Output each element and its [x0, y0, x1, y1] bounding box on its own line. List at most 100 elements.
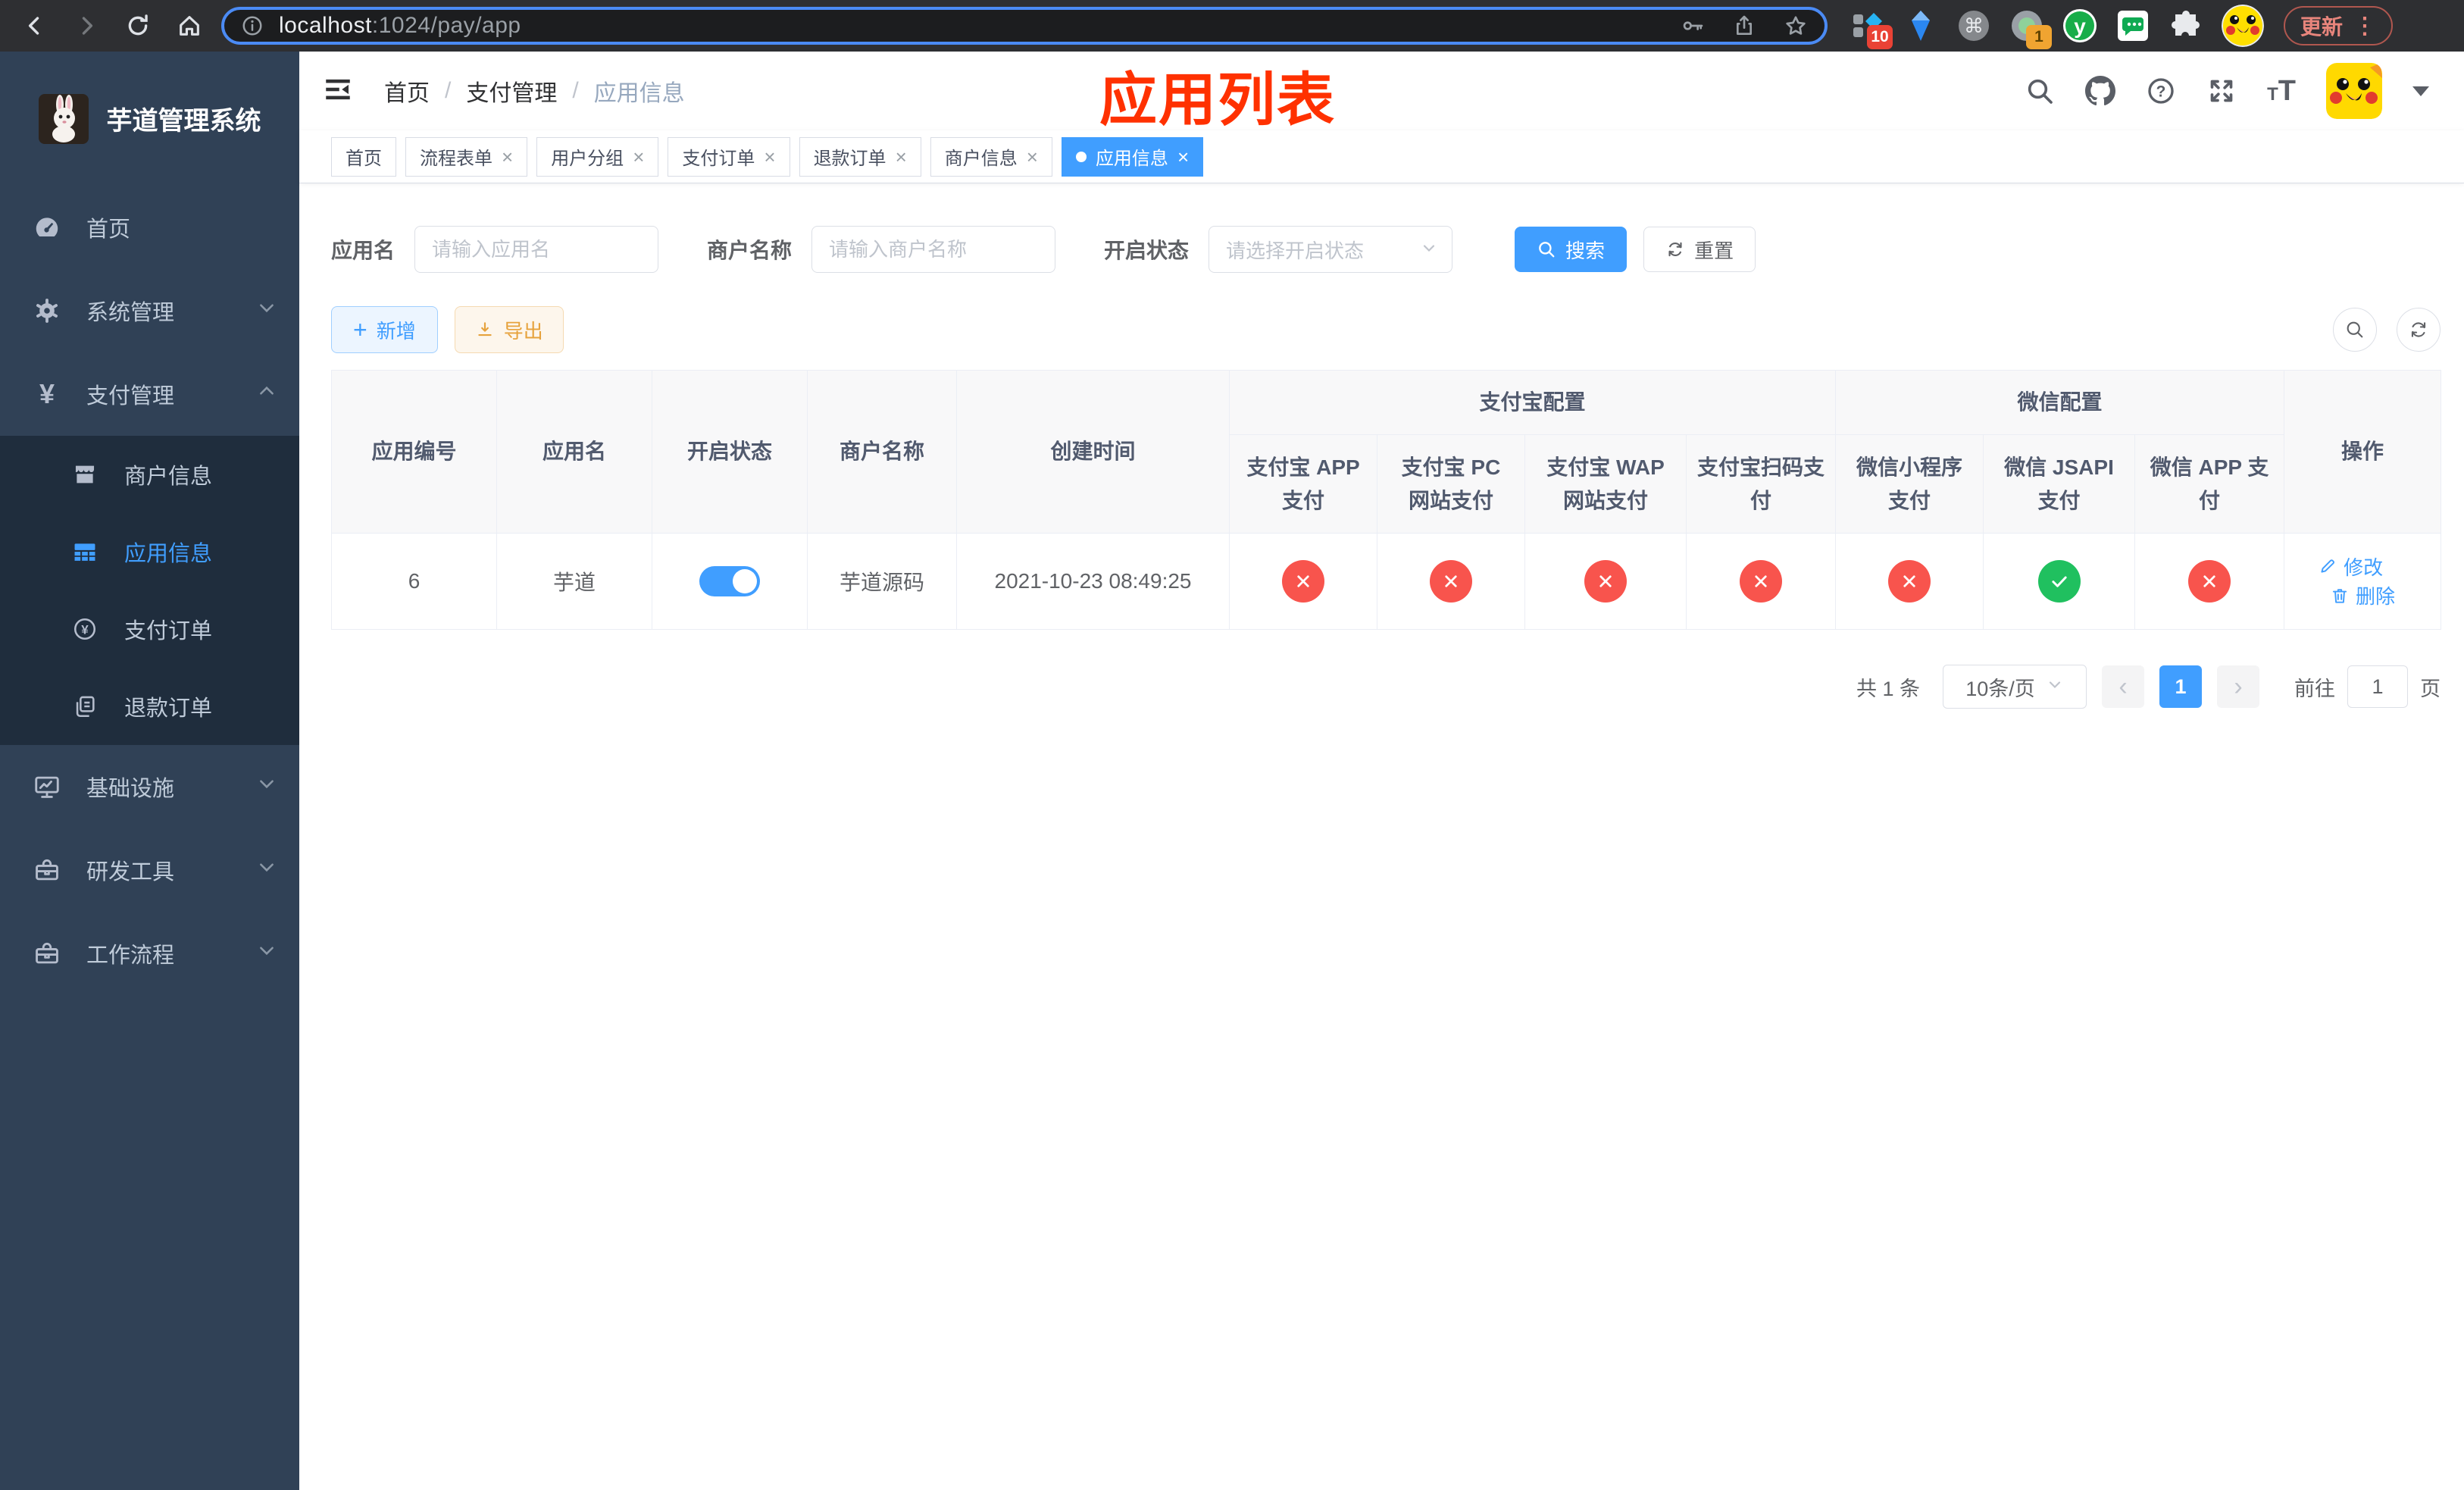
search-icon[interactable]: [2025, 76, 2055, 106]
tab-home[interactable]: 首页: [331, 136, 396, 177]
search-button[interactable]: 搜索: [1515, 227, 1628, 272]
status-toggle[interactable]: [699, 566, 760, 596]
extension-command-icon[interactable]: ⌘: [1956, 8, 1991, 43]
prev-page-button[interactable]: ‹: [2102, 665, 2144, 708]
export-button[interactable]: 导出: [454, 306, 564, 353]
app-name-label: 应用名: [331, 239, 396, 262]
close-icon[interactable]: ×: [1177, 147, 1189, 167]
page-size-select[interactable]: 10条/页: [1943, 665, 2087, 709]
chevron-down-icon: [2046, 675, 2064, 699]
col-alipay-pc: 支付宝 PC 网站支付: [1377, 434, 1525, 534]
extension-recorder-icon[interactable]: 1: [2009, 8, 2052, 49]
extension-chat-icon[interactable]: [2115, 8, 2150, 43]
pen-icon: [2321, 559, 2335, 573]
search-icon: [2347, 321, 2363, 338]
back-icon[interactable]: [17, 8, 53, 44]
tab-app-info[interactable]: 应用信息 ×: [1061, 136, 1204, 177]
monitor-icon: [32, 772, 62, 802]
add-button[interactable]: + 新增: [331, 306, 438, 353]
help-icon[interactable]: ?: [2146, 76, 2176, 106]
sidebar-collapse-icon[interactable]: [322, 74, 357, 108]
tab-merchant-info[interactable]: 商户信息 ×: [930, 136, 1052, 177]
reload-icon[interactable]: [120, 8, 156, 44]
user-avatar[interactable]: [2326, 63, 2382, 119]
url-bar[interactable]: localhost:1024/pay/app: [221, 7, 1828, 45]
browser-menu-icon[interactable]: ⋮: [2353, 13, 2376, 39]
avatar-caret-icon[interactable]: [2412, 86, 2429, 96]
font-size-icon[interactable]: TT: [2267, 75, 2296, 108]
extension-badge: 10: [1867, 25, 1893, 49]
tab-pay-orders[interactable]: 支付订单 ×: [668, 136, 790, 177]
fullscreen-icon[interactable]: [2206, 76, 2237, 106]
sidebar-item-merchant-info[interactable]: 商户信息: [0, 436, 299, 513]
password-key-icon[interactable]: [1681, 14, 1705, 38]
refresh-icon: [1668, 242, 1682, 257]
cell-wx-app: [2134, 533, 2285, 630]
tab-refund-orders[interactable]: 退款订单 ×: [799, 136, 921, 177]
next-page-button[interactable]: ›: [2217, 665, 2259, 708]
col-alipay-qr: 支付宝扫码支付: [1685, 434, 1837, 534]
navbar-actions: ? TT: [2025, 63, 2429, 119]
close-icon[interactable]: ×: [633, 147, 644, 167]
col-alipay-app: 支付宝 APP 支付: [1229, 434, 1377, 534]
col-group-wechat: 微信配置: [1835, 370, 2285, 435]
close-icon[interactable]: ×: [764, 147, 775, 167]
github-icon[interactable]: [2085, 76, 2116, 106]
tag-tabs-bar: 首页 流程表单 × 用户分组 × 支付订单 × 退款订单 × 商户信息 × 应用信息 ×: [299, 130, 2464, 183]
pagination-total: 共 1 条: [1856, 677, 1920, 700]
cell-alipay-pc: [1377, 533, 1525, 630]
sidebar-item-infrastructure[interactable]: 基础设施: [0, 745, 299, 828]
extension-badge: 1: [2026, 25, 2052, 49]
merchant-name-input[interactable]: [811, 226, 1056, 273]
site-info-icon[interactable]: [241, 14, 264, 37]
bookmark-star-icon[interactable]: [1784, 14, 1808, 38]
tab-user-group[interactable]: 用户分组 ×: [536, 136, 659, 177]
sidebar-item-refund-orders[interactable]: 退款订单: [0, 668, 299, 745]
cell-app-name: 芋道: [496, 533, 652, 630]
breadcrumb-home[interactable]: 首页: [384, 74, 430, 108]
close-icon[interactable]: ×: [1027, 147, 1038, 167]
browser-update-button[interactable]: 更新 ⋮: [2284, 6, 2394, 45]
close-icon[interactable]: ×: [502, 147, 513, 167]
refresh-table-button[interactable]: [2397, 308, 2441, 352]
sidebar-item-system[interactable]: 系统管理: [0, 269, 299, 352]
edit-button[interactable]: 修改: [2318, 552, 2383, 581]
channel-status-icon: [1430, 560, 1472, 603]
svg-text:⌘: ⌘: [1964, 14, 1984, 37]
tab-process-form[interactable]: 流程表单 ×: [405, 136, 528, 177]
home-icon[interactable]: [171, 8, 208, 44]
channel-status-icon: [2188, 560, 2231, 603]
close-icon[interactable]: ×: [896, 147, 907, 167]
table-row: 6 芋道 芋道源码 2021-10-23 08:49:25 修改 删除: [331, 533, 2442, 630]
extensions-puzzle-icon[interactable]: [2169, 8, 2203, 43]
sidebar-item-app-info[interactable]: 应用信息: [0, 513, 299, 590]
goto-page-input[interactable]: [2347, 665, 2408, 708]
trash-icon: [2332, 588, 2347, 603]
app-name-input[interactable]: [414, 226, 659, 273]
show-search-button[interactable]: [2333, 308, 2377, 352]
chevron-down-icon: [257, 857, 277, 883]
col-app-no: 应用编号: [331, 370, 497, 534]
share-icon[interactable]: [1732, 14, 1756, 38]
sidebar-item-payment[interactable]: ¥ 支付管理: [0, 352, 299, 436]
col-wx-jsapi: 微信 JSAPI 支付: [1983, 434, 2136, 534]
extension-y-icon[interactable]: y: [2062, 8, 2097, 43]
status-select[interactable]: 请选择开启状态: [1209, 226, 1453, 273]
toolbox-icon: [32, 938, 62, 969]
shop-icon: [70, 459, 100, 490]
app-logo-row[interactable]: 芋道管理系统: [0, 52, 299, 186]
sidebar-item-dev-tools[interactable]: 研发工具: [0, 828, 299, 912]
chevron-down-icon: [257, 298, 277, 324]
sidebar-item-pay-orders[interactable]: ¥ 支付订单: [0, 590, 299, 668]
extension-sider-icon[interactable]: 10: [1850, 8, 1893, 49]
sidebar-item-home[interactable]: 首页: [0, 186, 299, 269]
breadcrumb-payment[interactable]: 支付管理: [466, 74, 557, 108]
page-1-button[interactable]: 1: [2159, 665, 2202, 708]
forward-icon[interactable]: [68, 8, 105, 44]
reset-button[interactable]: 重置: [1643, 227, 1756, 272]
col-app-name: 应用名: [496, 370, 652, 534]
sidebar-item-workflow[interactable]: 工作流程: [0, 912, 299, 995]
extension-gem-icon[interactable]: [1903, 8, 1938, 43]
browser-profile-avatar[interactable]: [2222, 5, 2264, 47]
delete-button[interactable]: 删除: [2330, 581, 2395, 609]
